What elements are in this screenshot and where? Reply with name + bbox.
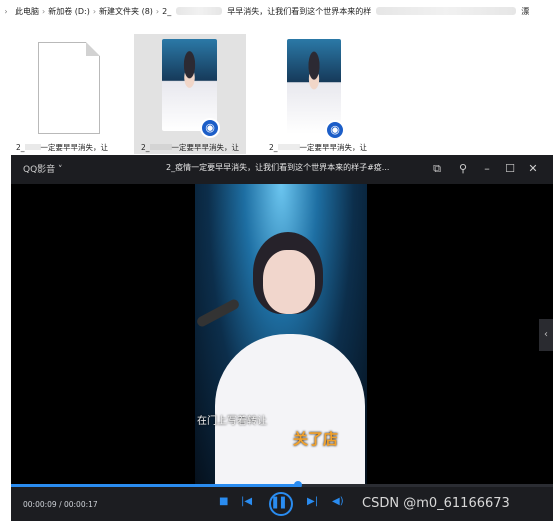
watermark: CSDN @m0_61166673 — [362, 496, 510, 511]
breadcrumb-this-pc[interactable]: 此电脑 — [12, 6, 42, 17]
player-titlebar: QQ影音 ˅ 2_疫情一定要早早消失，让我们看到这个世界本来的样子#疫... ⧉… — [11, 155, 553, 184]
file-caption: 2_ 一定要早早消失，让 — [140, 143, 240, 152]
side-panel-toggle-icon[interactable]: ‹ — [539, 319, 553, 351]
video-title: 2_疫情一定要早早消失，让我们看到这个世界本来的样子#疫... — [166, 163, 390, 172]
breadcrumb: › 此电脑 › 新加卷 (D:) › 新建文件夹 (8) › 2_ 早早消失，让… — [0, 0, 554, 22]
qq-player-badge-icon: ◉ — [325, 120, 345, 140]
file-caption: 2_ 一定要早早消失，让 — [268, 143, 368, 152]
blurred-text — [376, 7, 517, 15]
next-icon[interactable]: ▶| — [307, 496, 318, 507]
minimize-icon[interactable]: – — [479, 161, 495, 177]
close-icon[interactable]: ✕ — [525, 161, 541, 177]
volume-icon[interactable]: ◀) — [332, 496, 344, 507]
screenshot-icon[interactable]: ⧉ — [429, 161, 445, 177]
previous-icon[interactable]: |◀ — [241, 496, 252, 507]
pause-button[interactable]: ▌▌ — [269, 492, 293, 516]
blurred-text — [176, 7, 223, 15]
file-item-video-1[interactable]: ◉ 2_ 一定要早早消失，让 — [134, 34, 246, 154]
breadcrumb-folder[interactable]: 新建文件夹 (8) — [96, 6, 156, 17]
singer-shirt — [215, 334, 365, 484]
breadcrumb-current[interactable]: 2_ — [159, 7, 174, 16]
video-player-window: QQ影音 ˅ 2_疫情一定要早早消失，让我们看到这个世界本来的样子#疫... ⧉… — [11, 155, 553, 521]
breadcrumb-current-end: 漂 — [521, 6, 530, 16]
breadcrumb-drive[interactable]: 新加卷 (D:) — [45, 6, 93, 17]
blank-file-icon — [38, 42, 100, 134]
maximize-icon[interactable]: ☐ — [502, 161, 518, 177]
video-caption-sticker: 关了店 — [293, 430, 339, 448]
file-item-video-2[interactable]: ◉ 2_ 一定要早早消失，让 — [262, 34, 374, 154]
pin-icon[interactable]: ⚲ — [455, 161, 471, 177]
qq-player-badge-icon: ◉ — [200, 118, 220, 138]
file-caption: 2_ 一定要早早消失，让 — [15, 143, 109, 152]
singer-face — [263, 250, 315, 314]
stop-icon[interactable]: ■ — [219, 496, 228, 507]
video-frame[interactable]: 在门上写着转让 关了店 — [195, 184, 367, 484]
file-item-blank[interactable]: 2_ 一定要早早消失，让 — [6, 34, 118, 154]
breadcrumb-current-rest: 早早消失，让我们看到这个世界本来的样 — [227, 6, 372, 16]
up-arrow-icon[interactable]: › — [0, 7, 12, 16]
video-subtitle: 在门上写着转让 — [197, 416, 267, 427]
time-display: 00:00:09 / 00:00:17 — [23, 500, 98, 509]
app-menu-button[interactable]: QQ影音 ˅ — [23, 162, 63, 175]
microphone — [195, 297, 241, 329]
